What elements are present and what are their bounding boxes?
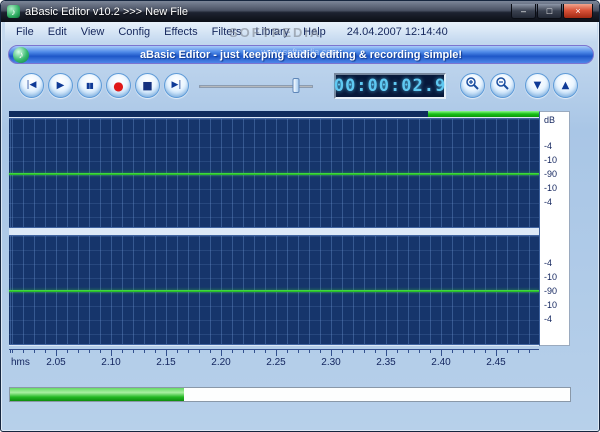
skip-forward-icon: ▶| <box>171 80 182 90</box>
db-label: -10 <box>544 272 558 282</box>
banner: ♪ aBasic Editor - just keeping audio edi… <box>8 45 594 64</box>
major-tick <box>111 349 112 356</box>
window-controls: – □ × <box>511 4 593 19</box>
minimize-button[interactable]: – <box>511 4 536 19</box>
zoom-in-button[interactable] <box>460 73 485 98</box>
menu-edit[interactable]: Edit <box>41 24 74 40</box>
tick-label: 2.20 <box>211 357 231 368</box>
menu-effects[interactable]: Effects <box>157 24 204 40</box>
chevron-down-icon: ▼ <box>533 79 542 91</box>
stop-icon: ■ <box>142 79 153 92</box>
progress-bar-fill <box>10 388 184 401</box>
pause-button[interactable]: ▮▮ <box>77 73 102 98</box>
channel-left-zero-line <box>9 173 539 175</box>
major-tick <box>56 349 57 356</box>
db-label: -10 <box>544 155 558 165</box>
menu-file[interactable]: File <box>9 24 41 40</box>
major-tick <box>276 349 277 356</box>
play-icon: ▶ <box>56 79 65 91</box>
seek-slider-thumb[interactable] <box>292 78 300 93</box>
db-label: -4 <box>544 314 553 324</box>
menu-config[interactable]: Config <box>111 24 157 40</box>
zoom-out-button[interactable] <box>490 73 515 98</box>
timeline-unit-label: hms <box>11 357 30 368</box>
menu-library[interactable]: Library <box>249 24 297 40</box>
skip-forward-button[interactable]: ▶| <box>164 73 189 98</box>
major-tick <box>496 349 497 356</box>
db-label: -90 <box>544 169 558 179</box>
major-tick <box>386 349 387 356</box>
waveform-scrollbar[interactable] <box>9 111 539 117</box>
db-label: -10 <box>544 183 558 193</box>
waveform-scrollbar-thumb[interactable] <box>427 111 539 117</box>
maximize-button[interactable]: □ <box>537 4 562 19</box>
tick-label: 2.15 <box>156 357 176 368</box>
window-title: aBasic Editor v10.2 >>> New File <box>25 5 188 18</box>
timeline-ruler: hms 2.05 2.10 2.15 2.20 2.25 2.30 2.35 2… <box>9 349 571 371</box>
tick-label: 2.05 <box>46 357 66 368</box>
menu-filters[interactable]: Filters <box>205 24 249 40</box>
tick-label: 2.30 <box>321 357 341 368</box>
banner-logo-icon: ♪ <box>13 47 29 63</box>
major-tick <box>441 349 442 356</box>
skip-back-button[interactable]: |◀ <box>19 73 44 98</box>
magnifier-minus-icon <box>495 76 510 96</box>
db-scale-title: dB <box>544 115 556 125</box>
tick-label: 2.40 <box>431 357 451 368</box>
db-label: -10 <box>544 300 558 310</box>
progress-bar[interactable] <box>9 387 571 402</box>
menu-view[interactable]: View <box>74 24 112 40</box>
seek-slider[interactable] <box>199 77 313 95</box>
app-icon: ♪ <box>7 5 20 18</box>
major-tick <box>331 349 332 356</box>
timeline-minor-ticks <box>9 349 539 353</box>
menu-datetime: 24.04.2007 12:14:40 <box>346 26 448 38</box>
menu-bar: File Edit View Config Effects Filters Li… <box>5 22 597 42</box>
tick-label: 2.35 <box>376 357 396 368</box>
magnifier-plus-icon <box>465 76 480 96</box>
record-icon: ● <box>113 78 124 93</box>
banner-text: aBasic Editor - just keeping audio editi… <box>139 48 463 61</box>
tick-label: 2.45 <box>486 357 506 368</box>
db-label: -4 <box>544 141 553 151</box>
major-tick <box>166 349 167 356</box>
menu-help[interactable]: Help <box>296 24 333 40</box>
waveform-area <box>9 111 539 346</box>
db-label: -4 <box>544 197 553 207</box>
time-display: 00:00:02.9 <box>334 73 446 99</box>
scroll-down-button[interactable]: ▼ <box>525 73 550 98</box>
channel-right-zero-line <box>9 290 539 292</box>
db-label: -4 <box>544 258 553 268</box>
scroll-up-button[interactable]: ▲ <box>553 73 578 98</box>
title-bar[interactable]: ♪ aBasic Editor v10.2 >>> New File – □ × <box>1 1 599 22</box>
waveform-channel-right[interactable] <box>9 235 539 345</box>
play-button[interactable]: ▶ <box>48 73 73 98</box>
tick-label: 2.25 <box>266 357 286 368</box>
skip-back-icon: |◀ <box>26 80 37 90</box>
tick-label: 2.10 <box>101 357 121 368</box>
stop-button[interactable]: ■ <box>135 73 160 98</box>
chevron-up-icon: ▲ <box>561 79 570 91</box>
close-button[interactable]: × <box>563 4 593 19</box>
db-scale: dB -4 -10 -90 -10 -4 -4 -10 -90 -10 -4 <box>539 111 570 346</box>
db-label: -90 <box>544 286 558 296</box>
major-tick <box>221 349 222 356</box>
pause-icon: ▮▮ <box>86 80 94 90</box>
waveform-channel-left[interactable] <box>9 118 539 228</box>
app-window: ♪ aBasic Editor v10.2 >>> New File – □ ×… <box>0 0 600 432</box>
record-button[interactable]: ● <box>106 73 131 98</box>
